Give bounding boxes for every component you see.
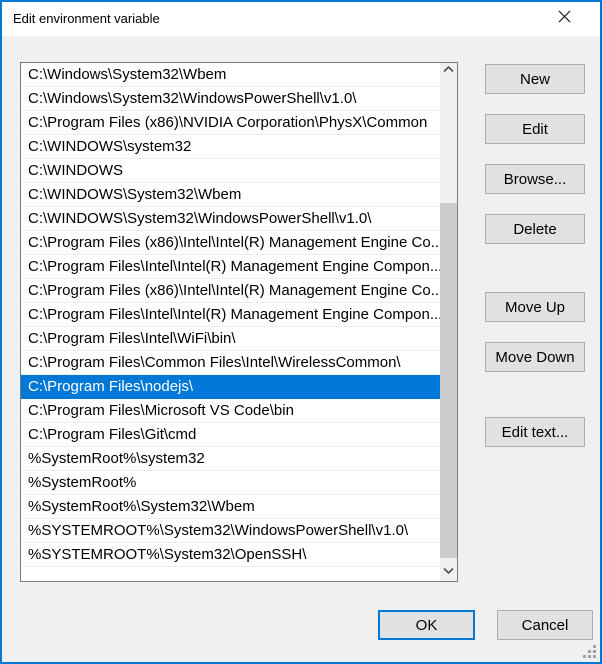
- list-item[interactable]: %SystemRoot%: [21, 471, 440, 495]
- close-icon: [557, 9, 572, 29]
- list-item[interactable]: C:\WINDOWS\System32\Wbem: [21, 183, 440, 207]
- move-down-button[interactable]: Move Down: [485, 342, 585, 372]
- resize-grip-icon[interactable]: [583, 645, 596, 658]
- path-list: C:\Windows\System32\WbemC:\Windows\Syste…: [20, 62, 458, 582]
- delete-button[interactable]: Delete: [485, 214, 585, 244]
- chevron-down-icon: [440, 562, 457, 584]
- list-item[interactable]: C:\Windows\System32\Wbem: [21, 63, 440, 87]
- list-item[interactable]: C:\Program Files (x86)\Intel\Intel(R) Ma…: [21, 231, 440, 255]
- edit-environment-variable-dialog: Edit environment variable C:\Windows\Sys…: [0, 0, 602, 664]
- list-item[interactable]: C:\Program Files\Intel\Intel(R) Manageme…: [21, 303, 440, 327]
- list-item[interactable]: C:\Program Files\Common Files\Intel\Wire…: [21, 351, 440, 375]
- edit-text-button[interactable]: Edit text...: [485, 417, 585, 447]
- list-item[interactable]: C:\Program Files (x86)\Intel\Intel(R) Ma…: [21, 279, 440, 303]
- list-item[interactable]: C:\Program Files (x86)\NVIDIA Corporatio…: [21, 111, 440, 135]
- close-button[interactable]: [544, 5, 584, 33]
- dialog-title: Edit environment variable: [13, 2, 160, 36]
- path-list-rows: C:\Windows\System32\WbemC:\Windows\Syste…: [21, 63, 440, 581]
- chevron-up-icon: [440, 61, 457, 83]
- vertical-scrollbar[interactable]: [440, 63, 457, 581]
- list-item[interactable]: C:\Program Files\Intel\WiFi\bin\: [21, 327, 440, 351]
- titlebar: Edit environment variable: [2, 2, 600, 36]
- list-item[interactable]: %SYSTEMROOT%\System32\OpenSSH\: [21, 543, 440, 567]
- list-item[interactable]: C:\WINDOWS\System32\WindowsPowerShell\v1…: [21, 207, 440, 231]
- ok-button[interactable]: OK: [378, 610, 475, 640]
- list-item[interactable]: C:\Windows\System32\WindowsPowerShell\v1…: [21, 87, 440, 111]
- scroll-down-button[interactable]: [440, 564, 457, 581]
- list-item[interactable]: %SYSTEMROOT%\System32\WindowsPowerShell\…: [21, 519, 440, 543]
- scrollbar-thumb[interactable]: [440, 203, 457, 558]
- browse-button[interactable]: Browse...: [485, 164, 585, 194]
- list-item[interactable]: C:\Program Files\nodejs\: [21, 375, 440, 399]
- list-item[interactable]: C:\WINDOWS\system32: [21, 135, 440, 159]
- edit-button[interactable]: Edit: [485, 114, 585, 144]
- list-item[interactable]: C:\Program Files\Git\cmd: [21, 423, 440, 447]
- list-item[interactable]: C:\WINDOWS: [21, 159, 440, 183]
- list-item[interactable]: %SystemRoot%\system32: [21, 447, 440, 471]
- new-button[interactable]: New: [485, 64, 585, 94]
- list-item[interactable]: %SystemRoot%\System32\Wbem: [21, 495, 440, 519]
- cancel-button[interactable]: Cancel: [497, 610, 593, 640]
- move-up-button[interactable]: Move Up: [485, 292, 585, 322]
- list-item[interactable]: C:\Program Files\Microsoft VS Code\bin: [21, 399, 440, 423]
- list-item[interactable]: C:\Program Files\Intel\Intel(R) Manageme…: [21, 255, 440, 279]
- scroll-up-button[interactable]: [440, 63, 457, 80]
